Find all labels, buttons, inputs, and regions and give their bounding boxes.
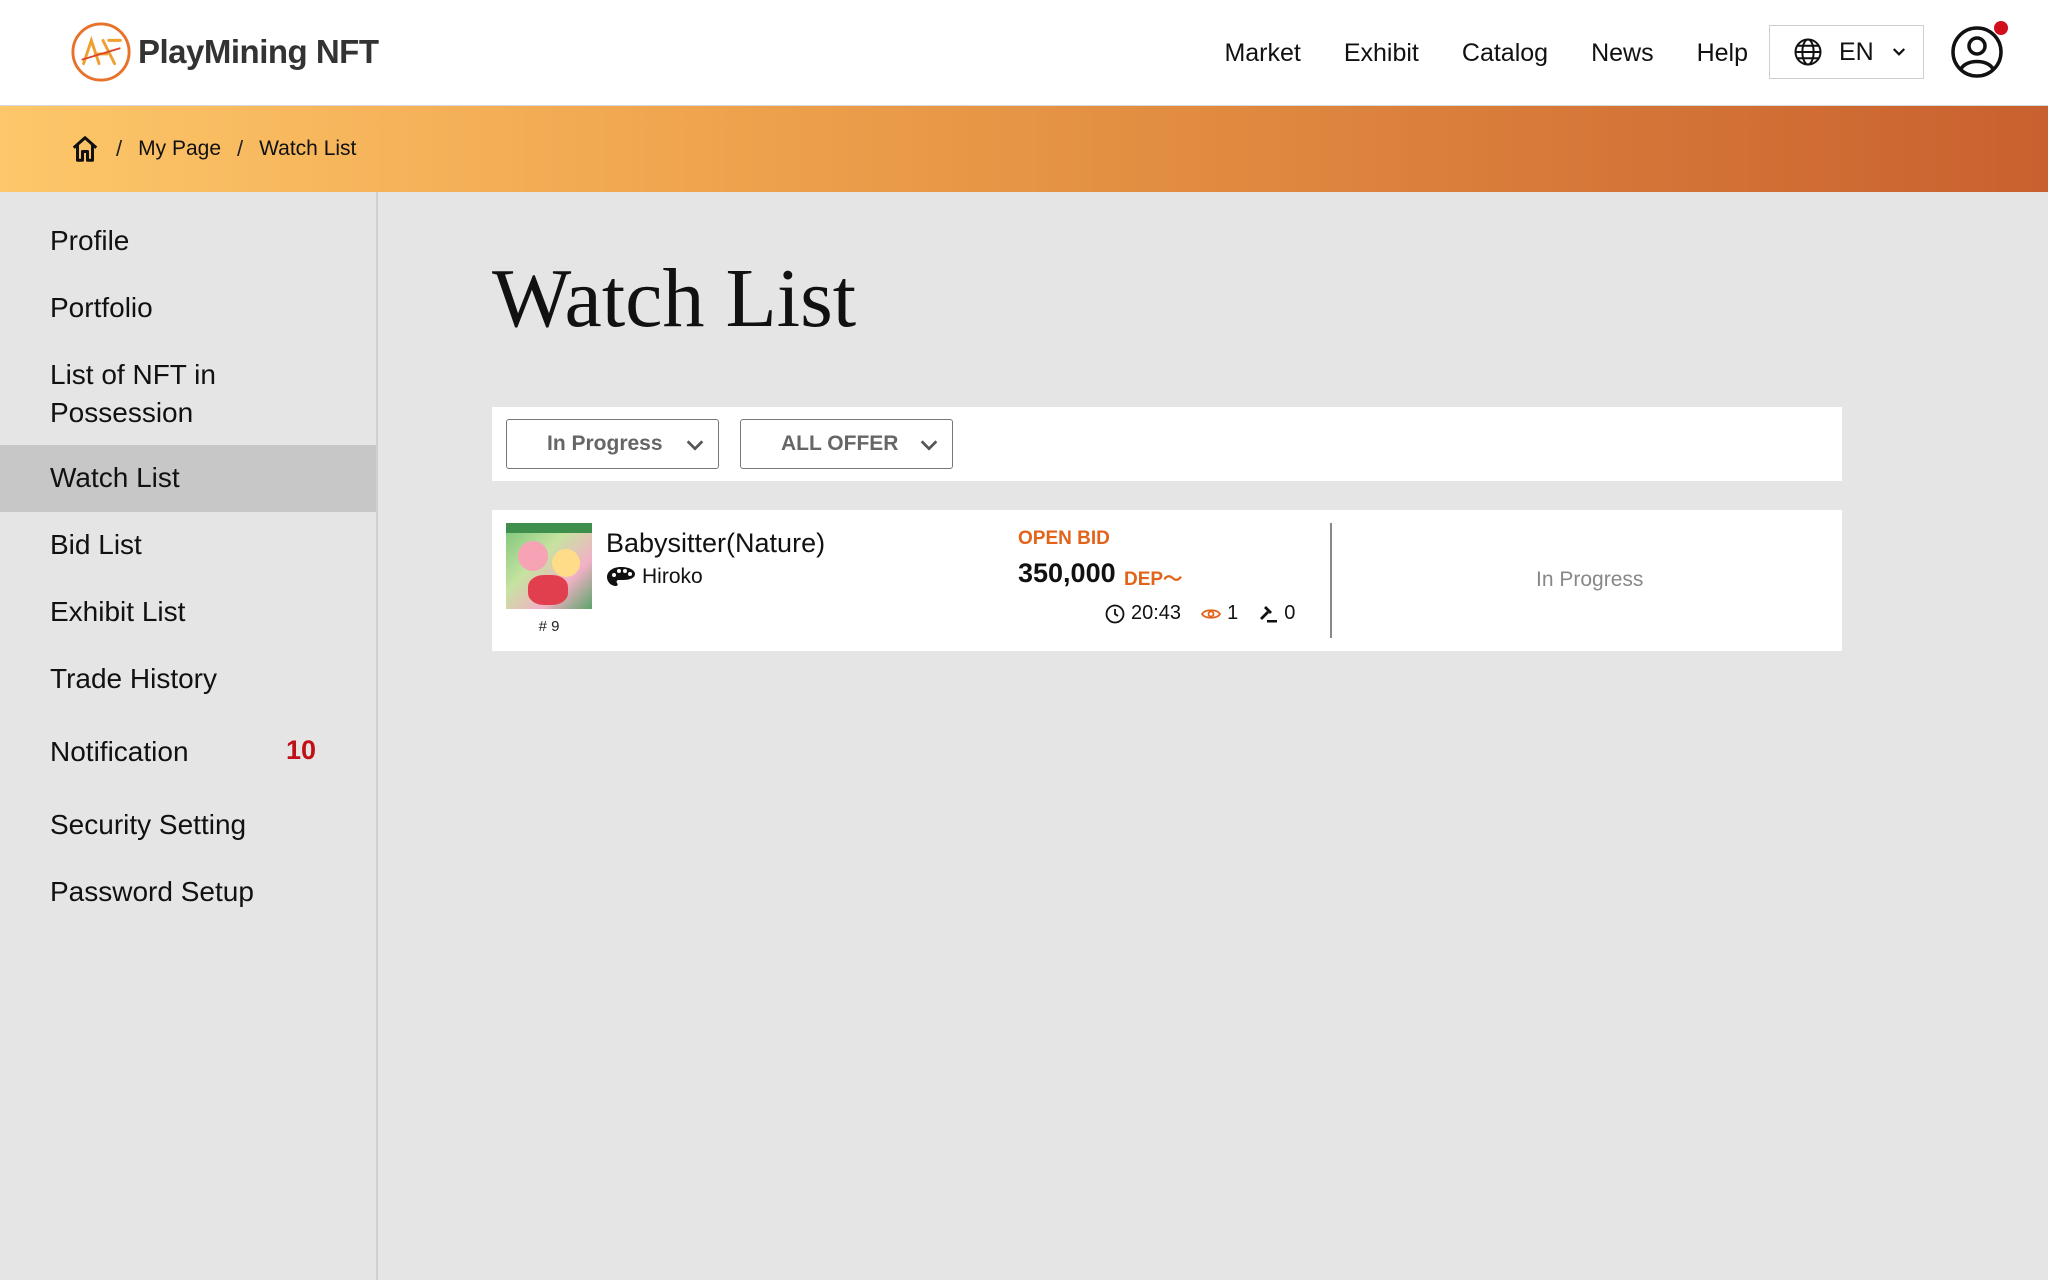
nft-name[interactable]: Babysitter(Nature) <box>606 528 825 559</box>
nav-catalog[interactable]: Catalog <box>1462 39 1548 68</box>
thumbnail-art <box>552 549 580 577</box>
price: 350,000 <box>1018 558 1116 588</box>
sidebar-item-label: Security Setting <box>50 809 247 840</box>
logo-text: PlayMining NFT <box>138 33 379 70</box>
sidebar-item-label: List of NFT in <box>50 359 216 390</box>
chevron-down-icon <box>1892 48 1905 56</box>
breadcrumb-my-page[interactable]: My Page <box>138 137 221 161</box>
main-nav: Market Exhibit Catalog News Help <box>1181 0 1748 106</box>
sidebar-item-label: Watch List <box>50 462 180 493</box>
offer-type-filter-select[interactable]: ALL OFFER <box>740 419 953 469</box>
chevron-down-icon <box>920 440 938 451</box>
sidebar-item-bid-list[interactable]: Bid List <box>0 526 376 564</box>
token-id: # 9 <box>538 618 560 635</box>
language-selector[interactable]: EN <box>1769 25 1924 79</box>
sidebar-item-exhibit-list[interactable]: Exhibit List <box>0 593 376 631</box>
item-stats: 20:43 1 0 <box>1105 602 1315 625</box>
breadcrumb: / My Page / Watch List <box>0 106 2048 192</box>
thumbnail-art <box>528 575 568 605</box>
sidebar-item-watch-list[interactable]: Watch List <box>0 445 376 512</box>
creator-name[interactable]: Hiroko <box>642 565 703 589</box>
watch-list-item[interactable]: # 9 Babysitter(Nature) Hiroko OPEN BID 3… <box>492 510 1842 651</box>
sidebar-item-label: Notification <box>50 736 189 767</box>
chevron-down-icon <box>686 440 704 451</box>
sidebar-item-portfolio[interactable]: Portfolio <box>0 289 376 327</box>
sidebar-item-password-setup[interactable]: Password Setup <box>0 873 376 911</box>
sidebar-item-label: Bid List <box>50 529 142 560</box>
breadcrumb-watch-list: Watch List <box>259 137 357 160</box>
divider <box>1330 523 1332 638</box>
filter-bar: In Progress ALL OFFER <box>492 407 1842 481</box>
sidebar-item-notification[interactable]: Notification 10 <box>0 733 376 771</box>
sidebar-item-label: Trade History <box>50 663 218 694</box>
creator: Hiroko <box>606 565 703 589</box>
sidebar-item-label: Portfolio <box>50 292 153 323</box>
time-left-value: 20:43 <box>1131 602 1182 624</box>
bid-count-value: 0 <box>1284 602 1296 624</box>
status-filter-value: In Progress <box>547 432 663 455</box>
breadcrumb-separator: / <box>116 136 123 161</box>
sidebar-item-profile[interactable]: Profile <box>0 222 376 260</box>
bid-count: 0 <box>1258 602 1295 625</box>
home-icon[interactable] <box>70 134 100 164</box>
nav-market[interactable]: Market <box>1224 39 1300 68</box>
notification-count-badge: 10 <box>286 735 317 765</box>
top-header: PlayMining NFT Market Exhibit Catalog Ne… <box>0 0 2048 106</box>
logo[interactable]: PlayMining NFT <box>70 20 379 84</box>
sidebar-item-nft-possession[interactable]: List of NFT in Possession <box>0 356 376 432</box>
offer-type-filter-value: ALL OFFER <box>781 432 899 455</box>
sidebar-item-security-setting[interactable]: Security Setting <box>0 806 376 844</box>
clock-icon <box>1105 604 1125 623</box>
language-label: EN <box>1839 37 1874 66</box>
thumbnail-art <box>506 523 592 533</box>
status-text: In Progress <box>1536 568 1644 591</box>
sidebar-item-trade-history[interactable]: Trade History <box>0 660 376 698</box>
palette-icon <box>607 567 635 586</box>
view-count: 1 <box>1201 602 1238 625</box>
offer-type-label: OPEN BID <box>1018 528 1110 549</box>
status-filter-select[interactable]: In Progress <box>506 419 719 469</box>
sidebar-item-label: Profile <box>50 225 130 256</box>
nav-news[interactable]: News <box>1591 39 1654 68</box>
thumbnail-art <box>518 541 548 571</box>
user-menu-button[interactable] <box>1950 21 2008 79</box>
sidebar-item-label: Password Setup <box>50 876 254 907</box>
nft-thumbnail[interactable] <box>506 523 592 609</box>
breadcrumb-separator: / <box>237 136 244 161</box>
sidebar-item-label: Possession <box>50 397 194 428</box>
sidebar: Profile Portfolio List of NFT in Possess… <box>0 192 378 1280</box>
sidebar-item-label: Exhibit List <box>50 596 186 627</box>
notification-dot <box>1994 21 2008 35</box>
globe-icon <box>1794 38 1822 66</box>
nav-exhibit[interactable]: Exhibit <box>1344 39 1419 68</box>
currency: DEP～ <box>1124 569 1183 590</box>
time-left: 20:43 <box>1105 602 1181 625</box>
nav-help[interactable]: Help <box>1697 39 1748 68</box>
view-count-value: 1 <box>1227 602 1239 624</box>
eye-icon <box>1201 608 1222 619</box>
gavel-icon <box>1260 605 1278 622</box>
playmining-logo-icon <box>71 22 131 82</box>
page-title: Watch List <box>492 252 857 345</box>
